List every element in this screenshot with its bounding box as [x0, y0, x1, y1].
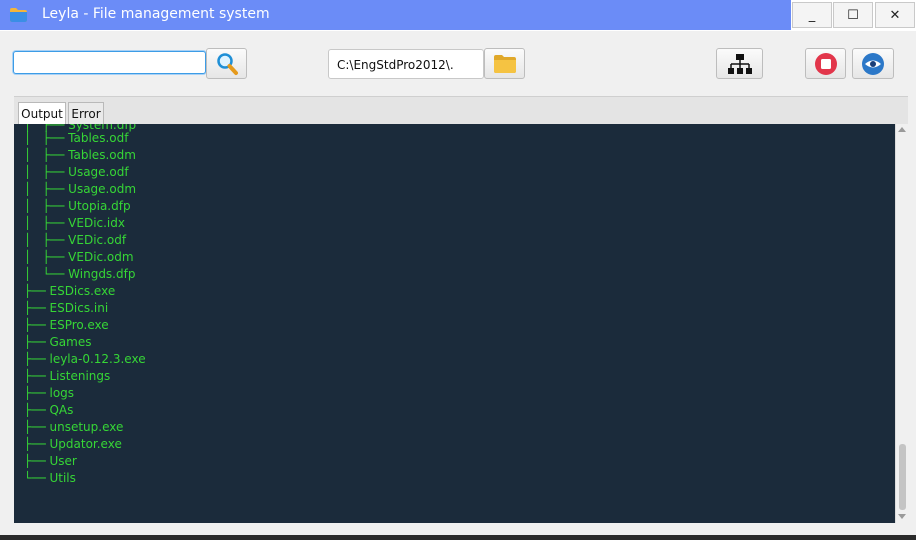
console-line: ├── Listenings	[24, 369, 111, 383]
output-console[interactable]: │ ├── System.dfp │ ├── Tables.odf │ ├── …	[14, 124, 895, 523]
minimize-button[interactable]: _	[792, 2, 832, 28]
console-line: │ ├── VEDic.idx	[24, 216, 125, 230]
scrollbar-thumb[interactable]	[899, 444, 906, 510]
maximize-button[interactable]: ☐	[833, 2, 873, 28]
title-bar: Leyla - File management system _ ☐ ✕	[0, 0, 916, 31]
preview-button[interactable]	[852, 48, 894, 79]
search-input[interactable]	[13, 51, 206, 74]
console-line: ├── QAs	[24, 403, 74, 417]
search-button[interactable]	[206, 48, 247, 79]
console-scrollbar[interactable]	[895, 124, 908, 523]
console-line: │ ├── Usage.odm	[24, 182, 137, 196]
console-line: ├── Updator.exe	[24, 437, 122, 451]
path-field[interactable]: C:\EngStdPro2012\.	[328, 49, 484, 79]
console-line: │ ├── VEDic.odf	[24, 233, 127, 247]
eye-icon	[862, 52, 884, 75]
console-line: │ ├── Tables.odm	[24, 148, 136, 162]
console-line: │ ├── Utopia.dfp	[24, 199, 131, 213]
tree-view-button[interactable]	[716, 48, 763, 79]
output-tabs: Output Error	[14, 96, 908, 125]
window-bottom-edge	[0, 535, 916, 540]
console-line: │ ├── VEDic.odm	[24, 250, 134, 264]
console-line: ├── unsetup.exe	[24, 420, 124, 434]
console-line: ├── Games	[24, 335, 92, 349]
scroll-up-arrow-icon[interactable]	[898, 127, 906, 132]
console-line: │ ├── Tables.odf	[24, 131, 129, 145]
tab-output[interactable]: Output	[18, 102, 66, 124]
console-line: │ ├── Usage.odf	[24, 165, 129, 179]
console-line: └── Utils	[24, 471, 76, 485]
stop-button[interactable]	[805, 48, 846, 79]
console-line: ├── User	[24, 454, 77, 468]
console-line: ├── ESDics.ini	[24, 301, 109, 315]
tab-error[interactable]: Error	[68, 102, 104, 124]
folder-icon	[493, 54, 516, 73]
close-button[interactable]: ✕	[875, 2, 915, 28]
console-line: ├── logs	[24, 386, 75, 400]
browse-folder-button[interactable]	[484, 48, 525, 79]
console-line: ├── leyla-0.12.3.exe	[24, 352, 146, 366]
scroll-down-arrow-icon[interactable]	[898, 514, 906, 519]
window-title: Leyla - File management system	[42, 6, 270, 22]
console-line: ├── ESDics.exe	[24, 284, 116, 298]
stop-icon	[814, 52, 837, 75]
console-line: │ └── Wingds.dfp	[24, 267, 136, 281]
console-line: ├── ESPro.exe	[24, 318, 109, 332]
hierarchy-icon	[727, 53, 752, 74]
app-folder-icon	[10, 8, 27, 22]
search-icon	[216, 52, 238, 75]
